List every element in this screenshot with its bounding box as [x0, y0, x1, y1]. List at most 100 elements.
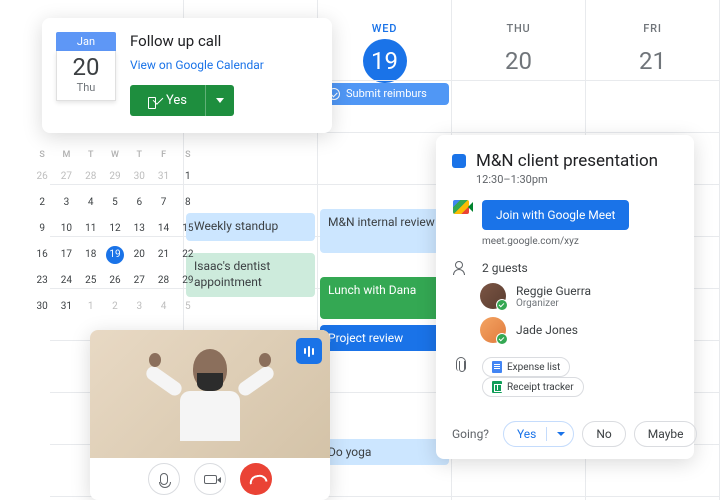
event-title: M&N client presentation — [476, 151, 658, 171]
mini-cal-day[interactable]: 21 — [151, 246, 175, 264]
mini-cal-day[interactable]: 1 — [79, 298, 103, 316]
mini-cal-day[interactable]: 29 — [103, 168, 127, 186]
mini-cal-day[interactable]: 3 — [54, 194, 78, 212]
sheet-icon — [492, 381, 502, 393]
mini-cal-day[interactable]: 22 — [176, 246, 200, 264]
mini-cal-day[interactable]: 24 — [54, 272, 78, 290]
guest-name: Jade Jones — [516, 323, 578, 337]
mini-cal-day[interactable]: 28 — [79, 168, 103, 186]
event-time: 12:30–1:30pm — [476, 173, 658, 186]
invite-title: Follow up call — [130, 32, 318, 50]
status-check-icon — [496, 299, 508, 311]
event-submit[interactable]: Submit reimburs — [320, 83, 449, 105]
rsvp-yes-pill[interactable]: Yes — [503, 421, 574, 447]
rsvp-maybe-pill[interactable]: Maybe — [634, 421, 698, 447]
mini-cal-day[interactable]: 13 — [127, 220, 151, 238]
mini-cal-day[interactable]: 20 — [127, 246, 151, 264]
avatar — [480, 317, 506, 343]
event-yoga[interactable]: Do yoga — [320, 439, 449, 465]
mini-cal-day[interactable]: 9 — [30, 220, 54, 238]
view-calendar-link[interactable]: View on Google Calendar — [130, 58, 264, 72]
mini-cal-day[interactable]: 29 — [176, 272, 200, 290]
mini-cal-day[interactable]: 4 — [151, 298, 175, 316]
attachment-chip[interactable]: Expense list — [482, 357, 570, 377]
mini-cal-day[interactable]: 30 — [127, 168, 151, 186]
mini-cal-day[interactable]: 2 — [103, 298, 127, 316]
mini-cal-day[interactable]: 25 — [79, 272, 103, 290]
guest-count: 2 guests — [482, 261, 528, 275]
phone-icon — [249, 472, 263, 486]
invite-card: Jan 20 Thu Follow up call View on Google… — [42, 18, 332, 133]
mini-cal-day[interactable]: 17 — [54, 246, 78, 264]
mini-cal-day[interactable]: 27 — [127, 272, 151, 290]
mini-cal-day[interactable]: 31 — [54, 298, 78, 316]
mini-cal-day[interactable]: 11 — [79, 220, 103, 238]
guest-row: Reggie GuerraOrganizer — [480, 283, 678, 309]
rsvp-dropdown-button[interactable] — [205, 85, 234, 116]
mini-cal-day[interactable]: 4 — [79, 194, 103, 212]
mini-cal-day[interactable]: 3 — [127, 298, 151, 316]
going-label: Going? — [452, 427, 489, 441]
camera-button[interactable] — [194, 463, 226, 495]
day-header-wed[interactable]: WED 19 — [318, 0, 451, 83]
mini-cal-day[interactable]: 18 — [79, 246, 103, 264]
event-project[interactable]: Project review — [320, 325, 449, 351]
video-call-card — [90, 330, 330, 500]
day-header-thu[interactable]: THU 20 — [452, 0, 585, 83]
camera-icon — [204, 475, 217, 484]
rsvp-no-pill[interactable]: No — [582, 421, 625, 447]
guest-role: Organizer — [516, 298, 591, 309]
mini-cal-day[interactable]: 8 — [176, 194, 200, 212]
mini-cal-day[interactable]: 7 — [151, 194, 175, 212]
mini-calendar: SMTWTFS 26272829303112345678910111213141… — [30, 150, 200, 316]
mini-cal-day[interactable]: 16 — [30, 246, 54, 264]
mini-cal-day[interactable]: 31 — [151, 168, 175, 186]
day-label: FRI — [586, 22, 719, 35]
join-meet-button[interactable]: Join with Google Meet — [482, 200, 629, 230]
guest-name: Reggie Guerra — [516, 284, 591, 298]
mini-cal-day[interactable]: 5 — [103, 194, 127, 212]
day-label: THU — [452, 22, 585, 35]
chevron-down-icon — [216, 98, 224, 103]
mini-cal-day[interactable]: 30 — [30, 298, 54, 316]
mini-cal-day[interactable]: 19 — [103, 246, 127, 264]
mini-cal-day[interactable]: 6 — [127, 194, 151, 212]
mini-cal-day[interactable]: 28 — [151, 272, 175, 290]
guest-row: Jade Jones — [480, 317, 678, 343]
rsvp-yes-button[interactable]: Yes — [130, 85, 205, 116]
mini-cal-day[interactable]: 26 — [103, 272, 127, 290]
mini-cal-day[interactable]: 12 — [103, 220, 127, 238]
date-tile-num: 20 — [57, 55, 115, 79]
event-dentist[interactable]: Isaac's dentist appointment — [186, 253, 315, 297]
day-header-fri[interactable]: FRI 21 — [586, 0, 719, 83]
status-check-icon — [496, 333, 508, 345]
chevron-down-icon — [557, 432, 565, 436]
event-review[interactable]: M&N internal review — [320, 209, 449, 253]
people-icon — [454, 261, 468, 273]
participant-video — [175, 349, 245, 439]
mini-cal-day[interactable]: 26 — [30, 168, 54, 186]
mini-cal-day[interactable]: 1 — [176, 168, 200, 186]
sound-indicator-icon — [296, 338, 322, 364]
event-lunch[interactable]: Lunch with Dana — [320, 277, 449, 319]
hangup-button[interactable] — [240, 463, 272, 495]
mini-cal-day[interactable]: 15 — [176, 220, 200, 238]
mini-cal-day[interactable]: 5 — [176, 298, 200, 316]
mini-cal-day[interactable]: 2 — [30, 194, 54, 212]
google-meet-icon — [453, 200, 469, 214]
attachment-icon — [456, 357, 466, 371]
doc-icon — [492, 361, 502, 373]
date-tile: Jan 20 Thu — [56, 32, 116, 119]
event-color-swatch — [452, 154, 466, 168]
mini-cal-day[interactable]: 27 — [54, 168, 78, 186]
meet-url[interactable]: meet.google.com/xyz — [482, 236, 629, 247]
mini-cal-day[interactable]: 10 — [54, 220, 78, 238]
day-number: 19 — [363, 39, 407, 83]
mini-cal-day[interactable]: 14 — [151, 220, 175, 238]
mini-cal-day[interactable]: 23 — [30, 272, 54, 290]
attachment-chip[interactable]: Receipt tracker — [482, 377, 584, 397]
day-number: 20 — [497, 39, 541, 83]
date-tile-day: Thu — [57, 81, 115, 94]
mute-button[interactable] — [148, 463, 180, 495]
event-standup[interactable]: Weekly standup — [186, 213, 315, 241]
